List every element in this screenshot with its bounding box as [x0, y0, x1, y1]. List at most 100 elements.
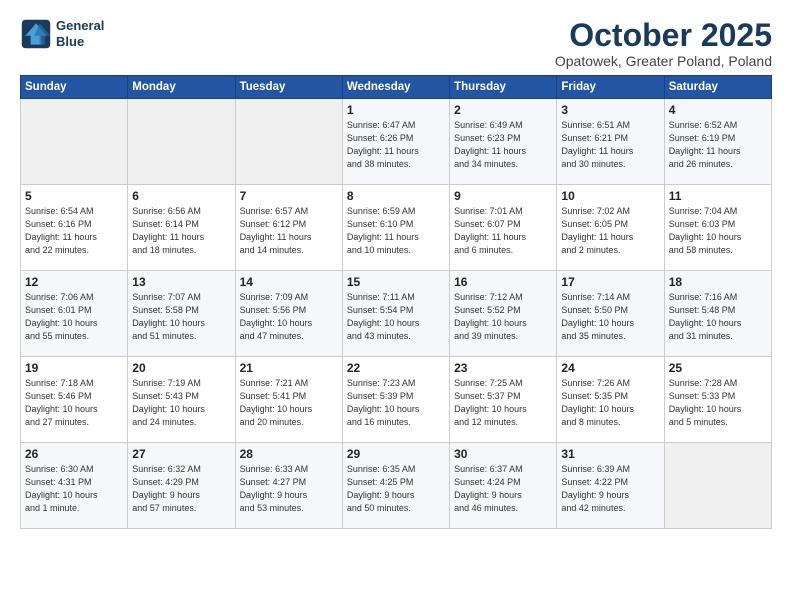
day-number: 31	[561, 447, 659, 461]
day-info: Sunrise: 7:25 AM Sunset: 5:37 PM Dayligh…	[454, 377, 552, 429]
day-number: 10	[561, 189, 659, 203]
day-number: 1	[347, 103, 445, 117]
day-number: 27	[132, 447, 230, 461]
calendar-cell: 10 Sunrise: 7:02 AM Sunset: 6:05 PM Dayli…	[557, 185, 664, 271]
day-number: 14	[240, 275, 338, 289]
day-info: Sunrise: 7:01 AM Sunset: 6:07 PM Dayligh…	[454, 205, 552, 257]
day-info: Sunrise: 6:59 AM Sunset: 6:10 PM Dayligh…	[347, 205, 445, 257]
calendar-cell: 16Sunrise: 7:12 AM Sunset: 5:52 PM Dayli…	[450, 271, 557, 357]
calendar-cell: 2 Sunrise: 6:49 AM Sunset: 6:23 PM Daylig…	[450, 99, 557, 185]
day-info: Sunrise: 6:56 AM Sunset: 6:14 PM Dayligh…	[132, 205, 230, 257]
day-info: Sunrise: 7:04 AM Sunset: 6:03 PM Dayligh…	[669, 205, 767, 257]
calendar-cell: 1 Sunrise: 6:47 AM Sunset: 6:26 PM Daylig…	[342, 99, 449, 185]
day-info: Sunrise: 6:32 AM Sunset: 4:29 PM Dayligh…	[132, 463, 230, 515]
calendar-cell: 8Sunrise: 6:59 AM Sunset: 6:10 PM Daylig…	[342, 185, 449, 271]
day-info: Sunrise: 7:28 AM Sunset: 5:33 PM Dayligh…	[669, 377, 767, 429]
calendar-header-row: SundayMondayTuesdayWednesdayThursdayFrid…	[21, 76, 772, 99]
day-number: 6	[132, 189, 230, 203]
day-info: Sunrise: 7:23 AM Sunset: 5:39 PM Dayligh…	[347, 377, 445, 429]
day-info: Sunrise: 7:18 AM Sunset: 5:46 PM Dayligh…	[25, 377, 123, 429]
calendar-cell: 15Sunrise: 7:11 AM Sunset: 5:54 PM Dayli…	[342, 271, 449, 357]
calendar-week-row: 26 Sunrise: 6:30 AM Sunset: 4:31 PM Dayli…	[21, 443, 772, 529]
day-number: 29	[347, 447, 445, 461]
day-number: 3	[561, 103, 659, 117]
day-header-thursday: Thursday	[450, 76, 557, 99]
day-number: 5	[25, 189, 123, 203]
calendar-cell: 20 Sunrise: 7:19 AM Sunset: 5:43 PM Dayli…	[128, 357, 235, 443]
calendar-cell: 6 Sunrise: 6:56 AM Sunset: 6:14 PM Daylig…	[128, 185, 235, 271]
logo-icon	[20, 18, 52, 50]
page: General Blue October 2025 Opatowek, Grea…	[0, 0, 792, 612]
header: General Blue October 2025 Opatowek, Grea…	[20, 18, 772, 69]
day-info: Sunrise: 6:35 AM Sunset: 4:25 PM Dayligh…	[347, 463, 445, 515]
calendar-cell: 19Sunrise: 7:18 AM Sunset: 5:46 PM Dayli…	[21, 357, 128, 443]
calendar-cell: 23 Sunrise: 7:25 AM Sunset: 5:37 PM Dayli…	[450, 357, 557, 443]
calendar-cell: 9 Sunrise: 7:01 AM Sunset: 6:07 PM Daylig…	[450, 185, 557, 271]
day-info: Sunrise: 6:39 AM Sunset: 4:22 PM Dayligh…	[561, 463, 659, 515]
logo: General Blue	[20, 18, 104, 50]
day-number: 24	[561, 361, 659, 375]
calendar-week-row: 5Sunrise: 6:54 AM Sunset: 6:16 PM Daylig…	[21, 185, 772, 271]
day-info: Sunrise: 7:14 AM Sunset: 5:50 PM Dayligh…	[561, 291, 659, 343]
day-info: Sunrise: 7:19 AM Sunset: 5:43 PM Dayligh…	[132, 377, 230, 429]
calendar-cell: 18 Sunrise: 7:16 AM Sunset: 5:48 PM Dayli…	[664, 271, 771, 357]
day-number: 9	[454, 189, 552, 203]
day-number: 30	[454, 447, 552, 461]
calendar-cell: 21Sunrise: 7:21 AM Sunset: 5:41 PM Dayli…	[235, 357, 342, 443]
day-info: Sunrise: 7:21 AM Sunset: 5:41 PM Dayligh…	[240, 377, 338, 429]
day-info: Sunrise: 6:37 AM Sunset: 4:24 PM Dayligh…	[454, 463, 552, 515]
calendar-cell: 5Sunrise: 6:54 AM Sunset: 6:16 PM Daylig…	[21, 185, 128, 271]
calendar-week-row: 19Sunrise: 7:18 AM Sunset: 5:46 PM Dayli…	[21, 357, 772, 443]
day-info: Sunrise: 7:26 AM Sunset: 5:35 PM Dayligh…	[561, 377, 659, 429]
logo-text: General Blue	[56, 18, 104, 49]
day-number: 25	[669, 361, 767, 375]
day-header-tuesday: Tuesday	[235, 76, 342, 99]
day-header-saturday: Saturday	[664, 76, 771, 99]
day-info: Sunrise: 7:06 AM Sunset: 6:01 PM Dayligh…	[25, 291, 123, 343]
day-header-friday: Friday	[557, 76, 664, 99]
day-info: Sunrise: 7:09 AM Sunset: 5:56 PM Dayligh…	[240, 291, 338, 343]
day-info: Sunrise: 6:57 AM Sunset: 6:12 PM Dayligh…	[240, 205, 338, 257]
calendar-cell: 26 Sunrise: 6:30 AM Sunset: 4:31 PM Dayli…	[21, 443, 128, 529]
calendar-cell: 27 Sunrise: 6:32 AM Sunset: 4:29 PM Dayli…	[128, 443, 235, 529]
day-number: 22	[347, 361, 445, 375]
day-number: 11	[669, 189, 767, 203]
calendar-cell: 22 Sunrise: 7:23 AM Sunset: 5:39 PM Dayli…	[342, 357, 449, 443]
calendar-week-row: 12 Sunrise: 7:06 AM Sunset: 6:01 PM Dayli…	[21, 271, 772, 357]
day-info: Sunrise: 6:30 AM Sunset: 4:31 PM Dayligh…	[25, 463, 123, 515]
calendar-cell	[664, 443, 771, 529]
day-number: 12	[25, 275, 123, 289]
day-number: 26	[25, 447, 123, 461]
calendar-cell	[128, 99, 235, 185]
day-number: 13	[132, 275, 230, 289]
day-info: Sunrise: 7:07 AM Sunset: 5:58 PM Dayligh…	[132, 291, 230, 343]
day-number: 17	[561, 275, 659, 289]
day-number: 18	[669, 275, 767, 289]
calendar-cell: 12 Sunrise: 7:06 AM Sunset: 6:01 PM Dayli…	[21, 271, 128, 357]
calendar-table: SundayMondayTuesdayWednesdayThursdayFrid…	[20, 75, 772, 529]
day-number: 2	[454, 103, 552, 117]
day-number: 20	[132, 361, 230, 375]
calendar-cell: 25 Sunrise: 7:28 AM Sunset: 5:33 PM Dayli…	[664, 357, 771, 443]
location-subtitle: Opatowek, Greater Poland, Poland	[555, 53, 772, 69]
day-number: 28	[240, 447, 338, 461]
calendar-cell: 7 Sunrise: 6:57 AM Sunset: 6:12 PM Daylig…	[235, 185, 342, 271]
calendar-cell: 24 Sunrise: 7:26 AM Sunset: 5:35 PM Dayli…	[557, 357, 664, 443]
calendar-cell: 29 Sunrise: 6:35 AM Sunset: 4:25 PM Dayli…	[342, 443, 449, 529]
day-header-wednesday: Wednesday	[342, 76, 449, 99]
day-number: 23	[454, 361, 552, 375]
calendar-cell: 28 Sunrise: 6:33 AM Sunset: 4:27 PM Dayli…	[235, 443, 342, 529]
calendar-cell: 3Sunrise: 6:51 AM Sunset: 6:21 PM Daylig…	[557, 99, 664, 185]
day-number: 7	[240, 189, 338, 203]
day-info: Sunrise: 7:16 AM Sunset: 5:48 PM Dayligh…	[669, 291, 767, 343]
day-info: Sunrise: 6:47 AM Sunset: 6:26 PM Dayligh…	[347, 119, 445, 171]
day-info: Sunrise: 6:49 AM Sunset: 6:23 PM Dayligh…	[454, 119, 552, 171]
calendar-cell: 4Sunrise: 6:52 AM Sunset: 6:19 PM Daylig…	[664, 99, 771, 185]
calendar-cell: 14 Sunrise: 7:09 AM Sunset: 5:56 PM Dayli…	[235, 271, 342, 357]
day-info: Sunrise: 7:02 AM Sunset: 6:05 PM Dayligh…	[561, 205, 659, 257]
day-number: 4	[669, 103, 767, 117]
day-info: Sunrise: 6:33 AM Sunset: 4:27 PM Dayligh…	[240, 463, 338, 515]
calendar-cell: 11 Sunrise: 7:04 AM Sunset: 6:03 PM Dayli…	[664, 185, 771, 271]
calendar-cell	[21, 99, 128, 185]
day-number: 16	[454, 275, 552, 289]
